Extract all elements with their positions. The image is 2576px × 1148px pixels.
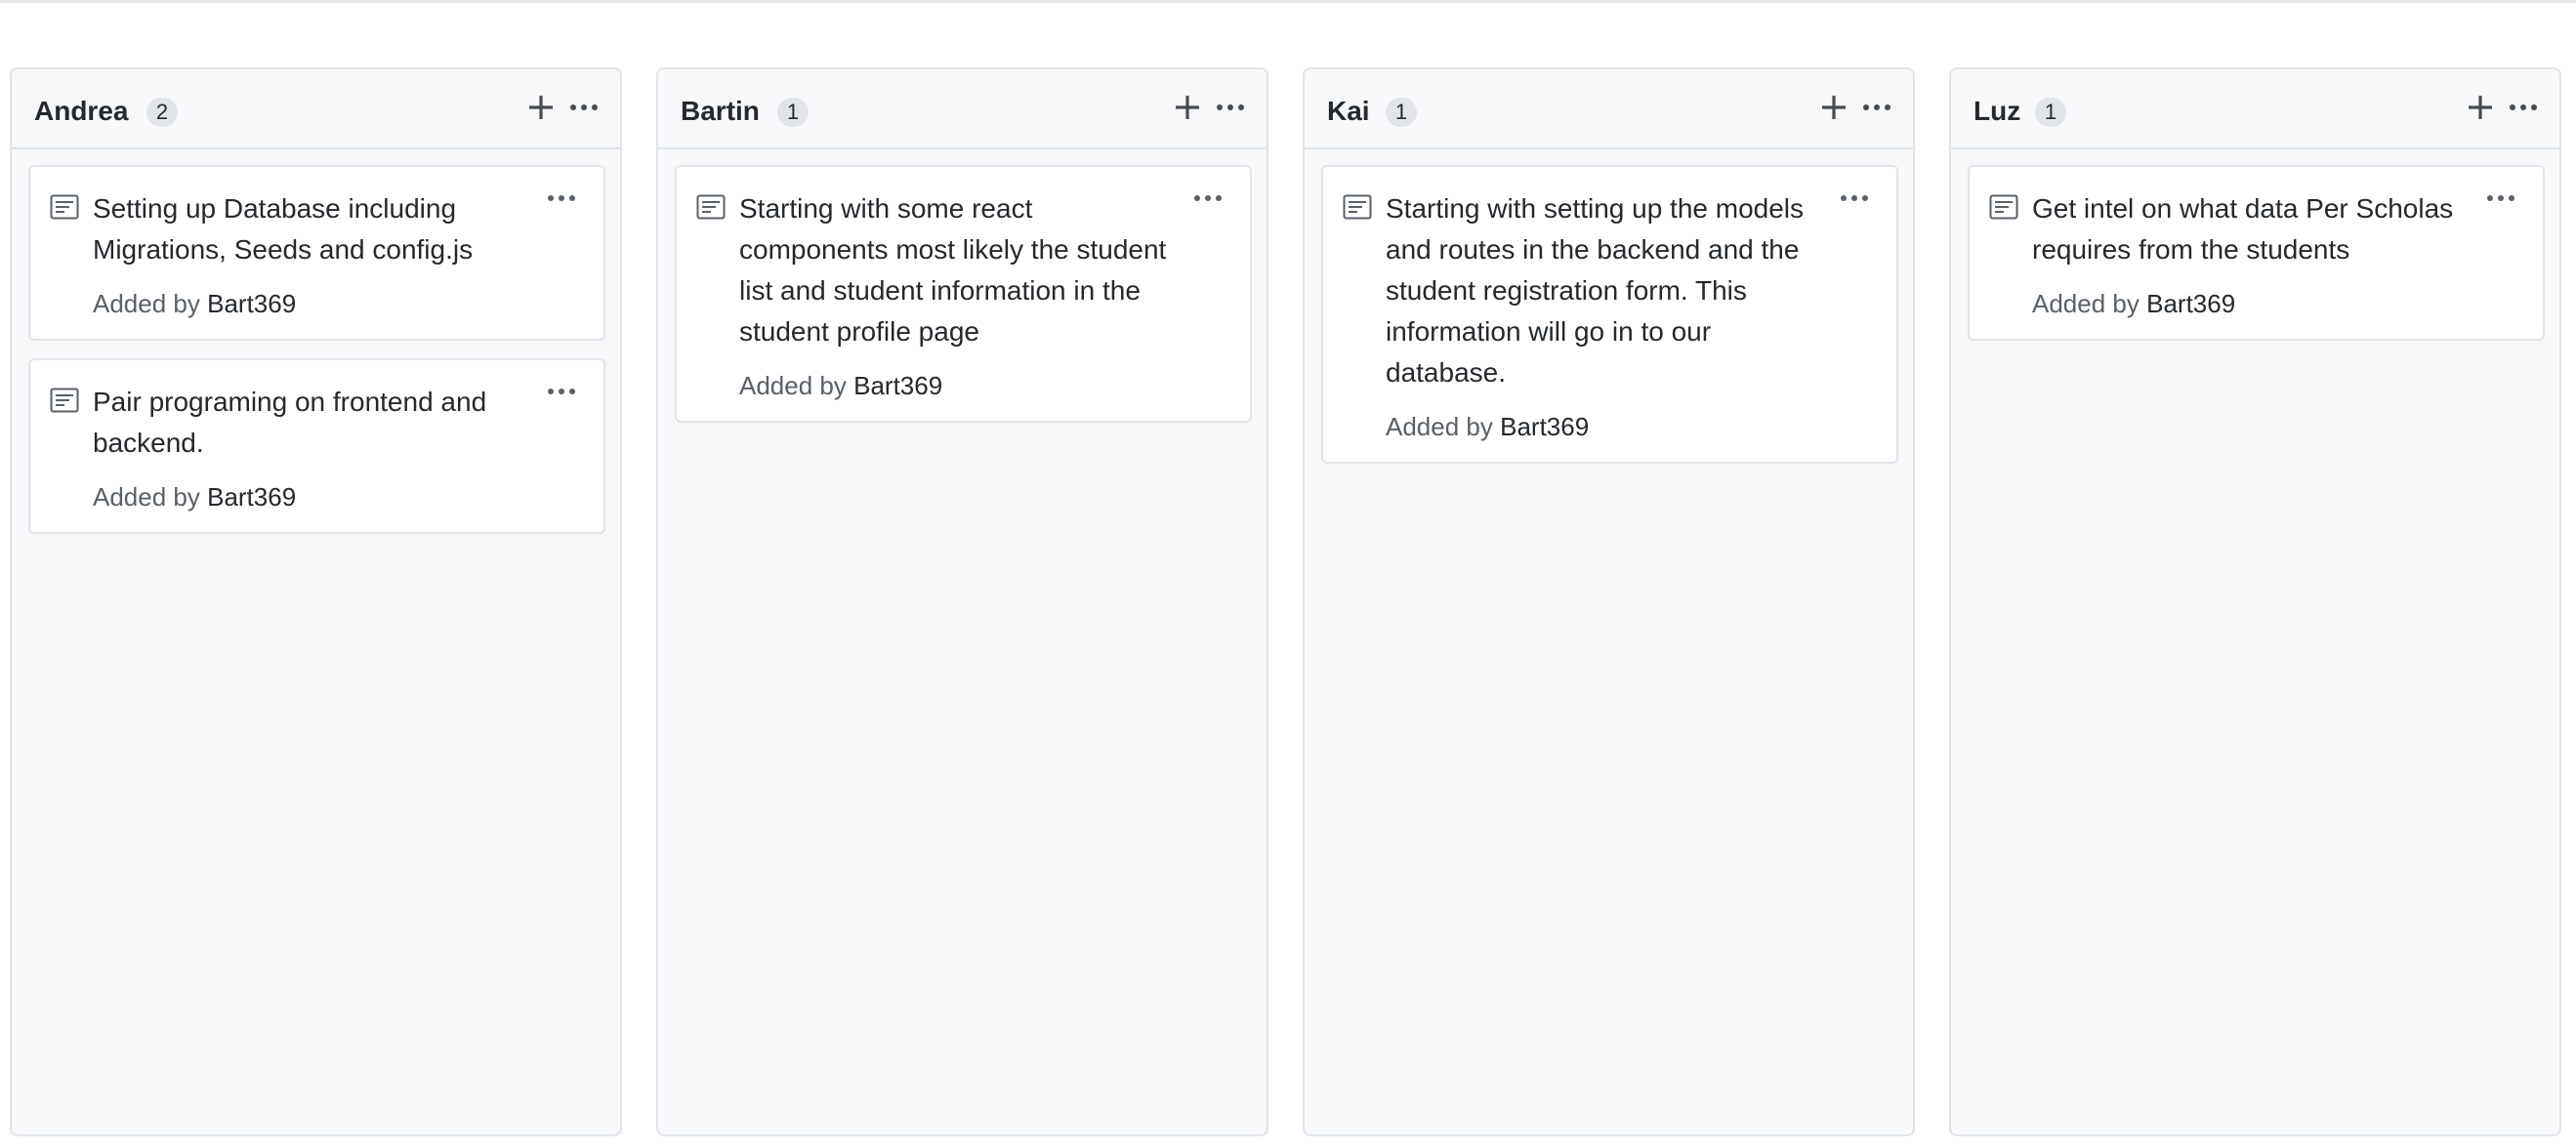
card-menu-button[interactable] (1838, 186, 1871, 210)
card-note-text: Starting with setting up the models and … (1386, 193, 1805, 388)
column-andrea: Andrea 2 Setting up Database including M… (10, 67, 622, 1136)
card-note-text: Setting up Database including Migrations… (93, 193, 474, 265)
note-icon (50, 388, 79, 413)
column-title: Bartin (681, 96, 760, 126)
card-note-text: Starting with some react components most… (739, 193, 1167, 347)
note-card[interactable]: Pair programing on frontend and backend.… (28, 358, 605, 534)
note-icon (1343, 194, 1372, 220)
kebab-horizontal-icon (1217, 104, 1244, 110)
plus-icon (529, 96, 553, 119)
note-icon (50, 194, 79, 220)
card-menu-button[interactable] (2484, 186, 2517, 210)
card-author-link[interactable]: Bart369 (853, 371, 942, 400)
card-note-text: Get intel on what data Per Scholas requi… (2032, 193, 2454, 265)
plus-icon (1822, 96, 1846, 119)
column-title: Andrea (34, 96, 129, 126)
column-menu-button[interactable] (1214, 91, 1247, 124)
note-icon (1989, 194, 2018, 220)
column-bartin: Bartin 1 Starting with some react compon… (656, 67, 1268, 1136)
column-cards: Starting with setting up the models and … (1321, 165, 1898, 481)
column-card-count: 2 (146, 98, 178, 127)
kebab-horizontal-icon (548, 389, 575, 394)
card-menu-button[interactable] (545, 380, 578, 403)
column-kai: Kai 1 Starting with setting up the model… (1303, 67, 1915, 1136)
kebab-horizontal-icon (1841, 195, 1868, 201)
kebab-horizontal-icon (2487, 195, 2514, 201)
plus-icon (1176, 96, 1199, 119)
column-title: Kai (1327, 96, 1370, 126)
card-author-link[interactable]: Bart369 (207, 289, 296, 318)
column-menu-button[interactable] (2507, 91, 2540, 124)
column-card-count: 1 (777, 98, 809, 127)
column-header: Bartin 1 (658, 69, 1267, 149)
plus-icon (2469, 96, 2492, 119)
note-card[interactable]: Setting up Database including Migrations… (28, 165, 605, 341)
card-author-link[interactable]: Bart369 (2146, 289, 2235, 318)
card-menu-button[interactable] (545, 186, 578, 210)
kebab-horizontal-icon (1863, 104, 1890, 110)
card-meta: Added by Bart369 (1386, 411, 1818, 442)
card-menu-button[interactable] (1191, 186, 1225, 210)
column-menu-button[interactable] (1860, 91, 1893, 124)
card-author-link[interactable]: Bart369 (1500, 412, 1589, 441)
kebab-horizontal-icon (1194, 195, 1222, 201)
kebab-horizontal-icon (2510, 104, 2537, 110)
column-card-count: 1 (2035, 98, 2066, 127)
column-menu-button[interactable] (567, 91, 601, 124)
column-header: Luz 1 (1951, 69, 2559, 149)
kebab-horizontal-icon (548, 195, 575, 201)
add-card-button[interactable] (2464, 91, 2497, 124)
added-by-label: Added by (93, 482, 200, 512)
note-card[interactable]: Get intel on what data Per Scholas requi… (1968, 165, 2545, 341)
card-meta: Added by Bart369 (93, 481, 525, 512)
column-header: Kai 1 (1305, 69, 1913, 149)
note-card[interactable]: Starting with setting up the models and … (1321, 165, 1898, 464)
kebab-horizontal-icon (570, 104, 598, 110)
add-card-button[interactable] (1171, 91, 1204, 124)
card-note-text: Pair programing on frontend and backend. (93, 387, 487, 458)
add-card-button[interactable] (524, 91, 558, 124)
card-meta: Added by Bart369 (2032, 288, 2465, 319)
column-card-count: 1 (1386, 98, 1417, 127)
added-by-label: Added by (2032, 289, 2140, 318)
column-title: Luz (1974, 96, 2021, 126)
note-icon (696, 194, 726, 220)
column-cards: Get intel on what data Per Scholas requi… (1968, 165, 2545, 358)
column-cards: Starting with some react components most… (675, 165, 1252, 440)
project-board: Andrea 2 Setting up Database including M… (0, 0, 2576, 1148)
add-card-button[interactable] (1817, 91, 1850, 124)
note-card[interactable]: Starting with some react components most… (675, 165, 1252, 423)
added-by-label: Added by (93, 289, 200, 318)
added-by-label: Added by (739, 371, 847, 400)
card-author-link[interactable]: Bart369 (207, 482, 296, 512)
column-header: Andrea 2 (12, 69, 620, 149)
column-cards: Setting up Database including Migrations… (28, 165, 605, 552)
card-meta: Added by Bart369 (93, 288, 525, 319)
column-luz: Luz 1 Get intel on what data Per Scholas… (1949, 67, 2561, 1136)
card-meta: Added by Bart369 (739, 370, 1172, 401)
added-by-label: Added by (1386, 412, 1493, 441)
